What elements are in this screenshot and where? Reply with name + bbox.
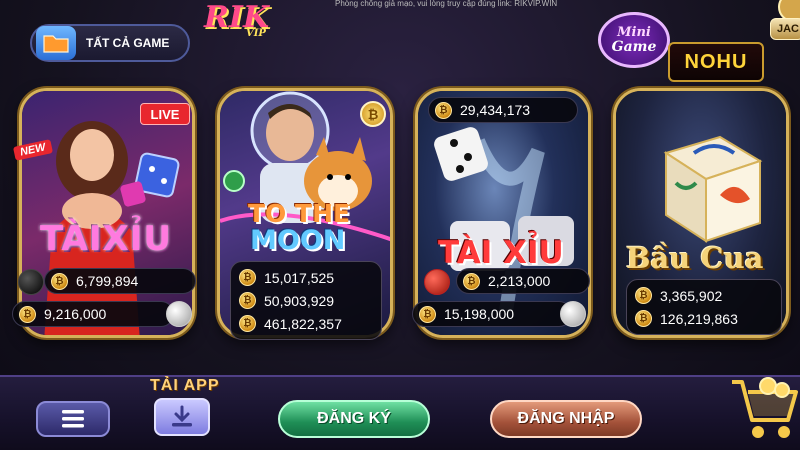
nohu-logo[interactable]: NOHU <box>668 42 764 82</box>
rikvip-logo: RIK VIP <box>204 0 270 39</box>
jackpot-value: 29,434,173 <box>460 102 531 118</box>
jackpot-tag[interactable]: JAC <box>770 18 800 40</box>
hamburger-icon <box>62 410 84 428</box>
live-badge: LIVE <box>140 103 190 125</box>
jackpot-pill: ₿ 9,216,000 <box>12 301 174 327</box>
black-ball-icon <box>18 269 44 295</box>
jackpot-box: ₿ 3,365,902 ₿ 126,219,863 <box>626 279 782 335</box>
white-ball-icon <box>166 301 192 327</box>
download-app-label: TẢI APP <box>150 377 220 394</box>
menu-button[interactable] <box>36 401 110 437</box>
jackpot-value: 2,213,000 <box>488 273 551 289</box>
jackpot-pill: ₿ 6,799,894 <box>44 268 196 294</box>
coin-icon: ₿ <box>463 272 480 290</box>
coin-icon: ₿ <box>239 269 256 286</box>
jackpot-row: ₿ 50,903,929 <box>239 289 373 312</box>
coin-badge-icon: ₿ <box>360 101 386 127</box>
jackpot-value: 15,198,000 <box>444 306 515 322</box>
download-app-button[interactable] <box>154 398 210 436</box>
game-title: Bầu Cua <box>626 241 764 275</box>
minigame-logo[interactable]: Mini Game <box>598 12 670 68</box>
jackpot-value: 15,017,525 <box>264 269 335 286</box>
login-button[interactable]: ĐĂNG NHẬP <box>490 400 642 438</box>
jackpot-pill: ₿ 15,198,000 <box>412 301 572 327</box>
jackpot-value: 6,799,894 <box>76 273 139 289</box>
dice-illustration <box>434 127 574 313</box>
white-ball-icon <box>560 301 586 327</box>
jackpot-pill: ₿ 2,213,000 <box>456 268 590 294</box>
jackpot-value: 50,903,929 <box>264 292 335 309</box>
game-card-to-the-moon[interactable]: ₿ TO THE MOON ₿ 15,017,525 ₿ 50,903,929 … <box>217 88 393 340</box>
jackpot-row: ₿ 126,219,863 <box>635 307 773 330</box>
game-card-taixiu-live[interactable]: LIVE NEW TÀIXỈU ₿ 6,799,894 ₿ 9,216,000 <box>12 88 196 338</box>
coin-icon: ₿ <box>419 305 436 323</box>
jackpot-value: 461,822,357 <box>264 315 342 332</box>
coin-icon: ₿ <box>19 305 36 323</box>
jackpot-box: ₿ 15,017,525 ₿ 50,903,929 ₿ 461,822,357 <box>230 261 382 340</box>
jackpot-pill: ₿ 29,434,173 <box>428 97 578 123</box>
nohu-label: NOHU <box>684 50 748 73</box>
game-title: TÀIXỈU <box>40 219 172 259</box>
coin-icon: ₿ <box>635 287 652 304</box>
game-title: TÀI XỈU <box>438 235 564 271</box>
game-title-line2: MOON <box>250 225 346 256</box>
download-icon <box>172 405 192 427</box>
coin-icon: ₿ <box>239 315 256 332</box>
jackpot-value: 126,219,863 <box>660 310 738 327</box>
red-ball-icon <box>424 269 450 295</box>
top-bar: Phòng chống giả mạo, vui lòng truy cập đ… <box>0 0 800 82</box>
all-games-button[interactable]: TẤT CẢ GAME <box>30 24 190 62</box>
jackpot-value: 3,365,902 <box>660 287 723 304</box>
game-art <box>418 91 588 335</box>
game-card-bau-cua[interactable]: Bầu Cua ₿ 3,365,902 ₿ 126,219,863 <box>613 88 789 338</box>
coin-icon: ₿ <box>435 101 452 119</box>
all-games-label: TẤT CẢ GAME <box>86 36 170 50</box>
game-title-line1: TO THE <box>248 199 351 228</box>
register-button[interactable]: ĐĂNG KÝ <box>278 400 430 438</box>
jackpot-row: ₿ 461,822,357 <box>239 312 373 335</box>
jackpot-row: ₿ 15,017,525 <box>239 266 373 289</box>
coin-icon: ₿ <box>51 272 68 290</box>
coin-icon: ₿ <box>239 292 256 309</box>
host-illustration <box>44 121 180 335</box>
shopping-cart-icon[interactable] <box>728 372 798 444</box>
game-card-taixiu[interactable]: ₿ 29,434,173 TÀI XỈU ₿ 2,213,000 ₿ 15,19… <box>412 88 591 338</box>
folder-icon <box>36 26 76 60</box>
game-art <box>22 91 192 335</box>
jackpot-row: ₿ 3,365,902 <box>635 284 773 307</box>
announcement-ticker: Phòng chống giả mạo, vui lòng truy cập đ… <box>335 0 558 8</box>
jackpot-value: 9,216,000 <box>44 306 107 322</box>
coin-icon: ₿ <box>635 310 652 327</box>
